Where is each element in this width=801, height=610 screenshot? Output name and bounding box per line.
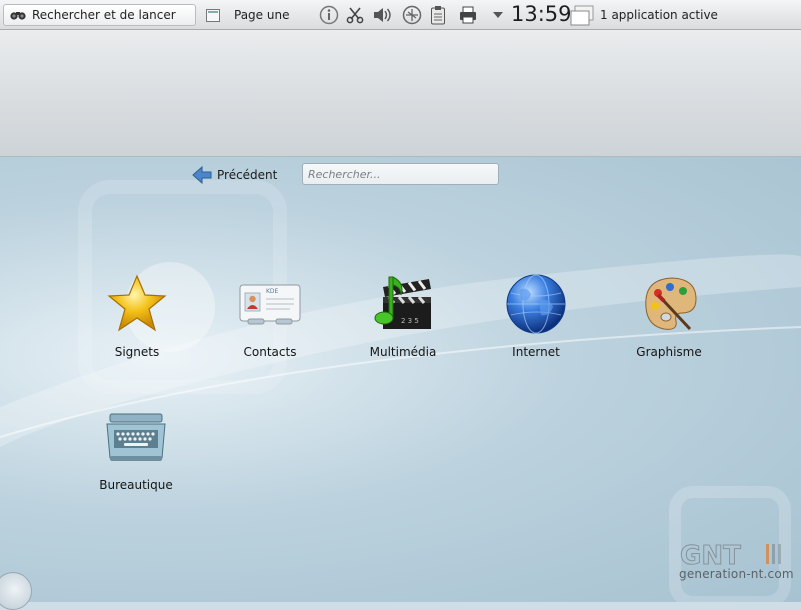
launcher-area: [0, 157, 801, 602]
contact-card-text: KDE: [266, 288, 279, 295]
back-label: Précédent: [217, 168, 278, 182]
category-label: Graphisme: [636, 345, 702, 359]
star-icon: [105, 272, 169, 336]
chevron-down-icon[interactable]: [490, 8, 506, 22]
category-contacts[interactable]: KDE Contacts: [215, 272, 325, 359]
search-launch-button[interactable]: Rechercher et de lancer: [3, 4, 196, 26]
watermark-logo-text: GNT: [680, 541, 741, 568]
top-panel: Rechercher et de lancer Page une 13:59 1…: [0, 0, 801, 30]
palette-icon: [637, 272, 701, 336]
task-manager-label[interactable]: 1 application active: [600, 8, 718, 22]
page-label: Page une: [234, 8, 290, 22]
category-label: Bureautique: [99, 478, 173, 492]
search-input[interactable]: [302, 163, 499, 185]
category-label: Multimédia: [369, 345, 437, 359]
windows-stack-icon[interactable]: [570, 5, 596, 27]
typewriter-icon: [104, 405, 168, 469]
search-launch-label: Rechercher et de lancer: [32, 8, 176, 22]
category-label: Contacts: [243, 345, 297, 359]
network-icon[interactable]: [400, 5, 424, 25]
category-bureautique[interactable]: Bureautique: [81, 405, 191, 492]
scissors-icon[interactable]: [344, 5, 366, 25]
page-icon: [206, 8, 220, 22]
printer-icon[interactable]: [457, 5, 479, 25]
category-label: Signets: [114, 345, 160, 359]
binoculars-icon: [10, 9, 26, 21]
wallpaper-swoosh: [0, 180, 801, 602]
category-label: Internet: [512, 345, 560, 359]
info-icon[interactable]: [318, 5, 340, 25]
category-internet[interactable]: Internet: [481, 272, 591, 359]
category-signets[interactable]: Signets: [82, 272, 192, 359]
speaker-icon[interactable]: [371, 5, 393, 25]
clipboard-icon[interactable]: [428, 5, 448, 25]
desktop-upper-area: [0, 30, 801, 157]
arrow-left-icon: [192, 166, 212, 184]
back-button[interactable]: Précédent: [192, 165, 277, 185]
clock[interactable]: 13:59: [511, 2, 572, 26]
clapperboard-music-icon: 2 3 5: [371, 272, 435, 336]
svg-text:2 3 5: 2 3 5: [401, 317, 419, 325]
address-card-icon: KDE: [238, 272, 302, 336]
category-multimedia[interactable]: 2 3 5 Multimédia: [348, 272, 458, 359]
watermark-url: generation-nt.com: [679, 567, 794, 581]
category-graphisme[interactable]: Graphisme: [614, 272, 724, 359]
desktop-toolbox-button[interactable]: [0, 572, 32, 610]
page-switcher[interactable]: Page une: [199, 5, 289, 25]
globe-icon: [504, 272, 568, 336]
